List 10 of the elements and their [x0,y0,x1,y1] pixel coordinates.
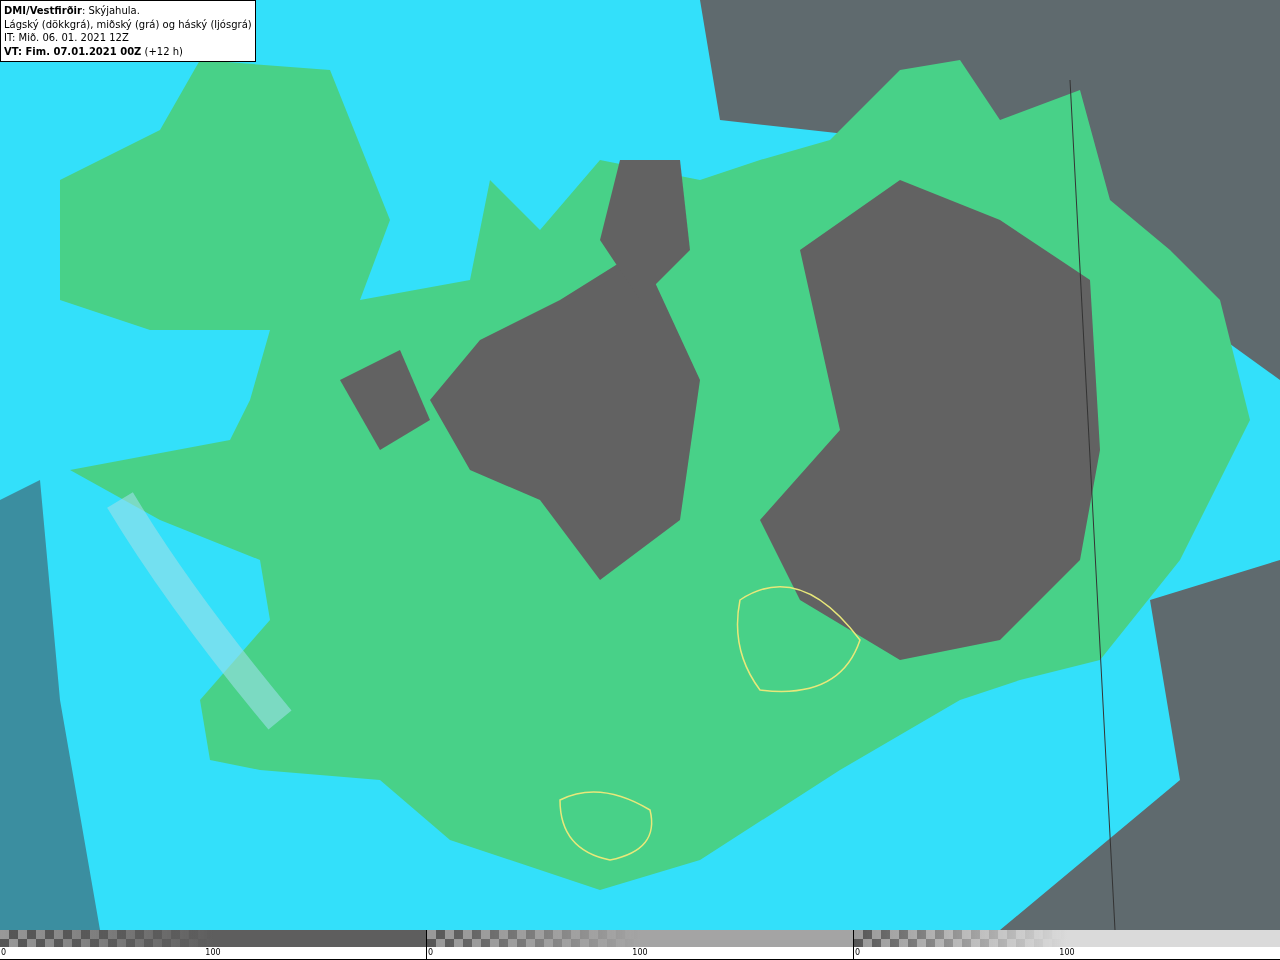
info-text: VT: Fim. 07.01.2021 00Z (+12 h) [4,44,184,58]
info-text: DMI/Vestfirðir: Skýjahula. [4,4,141,18]
scale-min-label: 0 [428,947,434,960]
scale-min-label: 0 [855,947,861,960]
info-text: IT: Mið. 06. 01. 2021 12Z [4,31,130,45]
scale-min-label: 0 [1,947,7,960]
scale-max-label: 100 [1059,947,1075,960]
info-text: Lágský (dökkgrá), miðský (grá) og háský (ljósgrá) [4,17,252,31]
scale-max-label: 100 [205,947,221,960]
scale-max-label: 100 [632,947,648,960]
